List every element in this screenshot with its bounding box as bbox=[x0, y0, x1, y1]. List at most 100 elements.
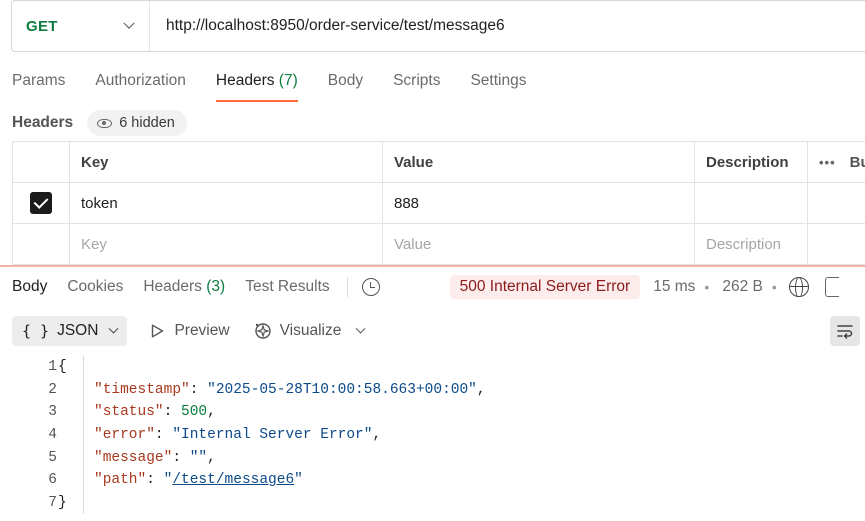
play-icon bbox=[152, 324, 164, 338]
tab-body[interactable]: Body bbox=[328, 70, 363, 102]
chevron-down-icon bbox=[123, 17, 135, 29]
key-input[interactable]: Key bbox=[69, 224, 382, 264]
eye-icon bbox=[97, 118, 113, 128]
description-input[interactable]: Description bbox=[694, 224, 807, 264]
tab-params[interactable]: Params bbox=[12, 70, 65, 102]
line-number: 3 bbox=[48, 404, 57, 421]
body-view-toolbar: { } JSON Preview Visualize bbox=[12, 316, 860, 346]
code-line: 3 "status": 500, bbox=[0, 401, 865, 424]
code-text: { bbox=[58, 359, 67, 375]
save-response-icon[interactable] bbox=[824, 277, 839, 297]
tab-settings[interactable]: Settings bbox=[470, 70, 526, 102]
column-header-value: Value bbox=[382, 142, 694, 182]
tab-label: Authorization bbox=[95, 72, 186, 89]
checkbox-column-header bbox=[12, 142, 69, 182]
json-key: "error" bbox=[94, 427, 155, 444]
tab-label: Headers bbox=[215, 72, 275, 89]
braces-icon: { } bbox=[22, 322, 50, 340]
more-options-icon[interactable]: ••• bbox=[819, 155, 836, 170]
method-label: GET bbox=[26, 17, 58, 35]
wrap-lines-icon bbox=[837, 325, 853, 339]
line-number: 4 bbox=[48, 427, 57, 444]
table-header-row: Key Value Description ••• Bu bbox=[12, 142, 865, 183]
json-key: "timestamp" bbox=[94, 381, 190, 398]
headers-title: Headers bbox=[12, 114, 74, 131]
preview-button[interactable]: Preview bbox=[151, 322, 230, 340]
bulk-edit-link[interactable]: Bu bbox=[850, 154, 865, 171]
value-input[interactable]: Value bbox=[382, 224, 694, 264]
table-row-new: Key Value Description bbox=[12, 224, 865, 265]
row-checkbox-cell bbox=[12, 183, 69, 223]
wrap-lines-button[interactable] bbox=[830, 316, 860, 346]
chevron-down-icon[interactable] bbox=[355, 323, 366, 334]
description-cell[interactable] bbox=[694, 183, 807, 223]
request-tabs: Params Authorization Headers (7) Body Sc… bbox=[12, 70, 556, 102]
hidden-count: 6 hidden bbox=[119, 115, 175, 131]
history-icon[interactable] bbox=[361, 278, 380, 296]
json-number: 500 bbox=[181, 404, 208, 421]
code-text: "status": 500, bbox=[94, 404, 216, 421]
tab-label: Params bbox=[12, 72, 66, 89]
path-link[interactable]: /test/message6 bbox=[172, 472, 294, 488]
line-number: 1 bbox=[48, 359, 57, 376]
visualize-label: Visualize bbox=[279, 322, 342, 339]
row-checkbox-cell bbox=[12, 224, 69, 264]
divider bbox=[346, 277, 348, 297]
tab-label: Headers bbox=[143, 278, 202, 295]
line-number: 5 bbox=[48, 449, 57, 466]
value-cell[interactable]: 888 bbox=[382, 183, 694, 223]
code-text: "error": "Internal Server Error", bbox=[94, 427, 382, 444]
code-line: 4 "error": "Internal Server Error", bbox=[0, 423, 865, 447]
url-bar: GET http://localhost:8950/order-service/… bbox=[11, 0, 865, 52]
indent-guide bbox=[83, 491, 84, 515]
preview-label: Preview bbox=[174, 322, 230, 339]
code-line: 5 "message": "", bbox=[0, 446, 865, 469]
format-label: JSON bbox=[57, 322, 99, 339]
response-time[interactable]: 15 ms bbox=[653, 278, 695, 296]
code-line: 1 { bbox=[0, 356, 865, 379]
tab-label: Scripts bbox=[393, 72, 441, 89]
code-text: "path": "/test/message6" bbox=[94, 472, 303, 489]
url-input[interactable]: http://localhost:8950/order-service/test… bbox=[166, 17, 505, 35]
json-string: "Internal Server Error" bbox=[172, 427, 373, 444]
tab-count: (3) bbox=[206, 278, 226, 295]
tab-authorization[interactable]: Authorization bbox=[95, 70, 185, 102]
table-actions: ••• Bu bbox=[807, 142, 865, 182]
response-size[interactable]: 262 B bbox=[722, 278, 763, 296]
line-number: 6 bbox=[48, 472, 57, 489]
hidden-headers-toggle[interactable]: 6 hidden bbox=[87, 110, 187, 136]
code-text: "timestamp": "2025-05-28T10:00:58.663+00… bbox=[94, 381, 486, 398]
json-key: "status" bbox=[94, 404, 164, 421]
separator-dot: • bbox=[771, 279, 777, 295]
json-key: "message" bbox=[94, 449, 173, 466]
indent-guide bbox=[83, 356, 84, 379]
json-string: "" bbox=[189, 449, 208, 466]
pane-divider[interactable] bbox=[0, 265, 865, 267]
tab-test-results[interactable]: Test Results bbox=[245, 278, 329, 296]
response-body-code[interactable]: 1 { 2 "timestamp": "2025-05-28T10:00:58.… bbox=[0, 356, 865, 515]
tab-response-body[interactable]: Body bbox=[12, 278, 47, 296]
separator-dot: • bbox=[704, 279, 710, 295]
visualize-button[interactable]: Visualize bbox=[254, 322, 342, 340]
tab-count: (7) bbox=[278, 72, 298, 89]
tab-response-headers[interactable]: Headers (3) bbox=[143, 278, 225, 296]
row-extra-cell bbox=[807, 224, 865, 264]
status-badge[interactable]: 500 Internal Server Error bbox=[449, 275, 641, 299]
column-header-key: Key bbox=[69, 142, 382, 182]
key-cell[interactable]: token bbox=[69, 183, 382, 223]
code-line: 6 "path": "/test/message6" bbox=[0, 468, 865, 492]
globe-icon[interactable] bbox=[788, 277, 809, 297]
method-select[interactable]: GET bbox=[12, 1, 150, 51]
tab-headers[interactable]: Headers (7) bbox=[215, 70, 298, 102]
row-checkbox[interactable] bbox=[30, 192, 52, 214]
close-brace: } bbox=[58, 494, 67, 511]
headers-toolbar: Headers 6 hidden bbox=[12, 110, 187, 136]
format-select[interactable]: { } JSON bbox=[12, 316, 128, 346]
tab-label: Body bbox=[327, 72, 364, 89]
table-row: token 888 bbox=[12, 183, 865, 224]
tab-scripts[interactable]: Scripts bbox=[393, 70, 440, 102]
open-brace: { bbox=[58, 359, 67, 376]
json-key: "path" bbox=[94, 472, 147, 489]
tab-cookies[interactable]: Cookies bbox=[67, 278, 123, 296]
visualize-icon bbox=[254, 323, 271, 339]
